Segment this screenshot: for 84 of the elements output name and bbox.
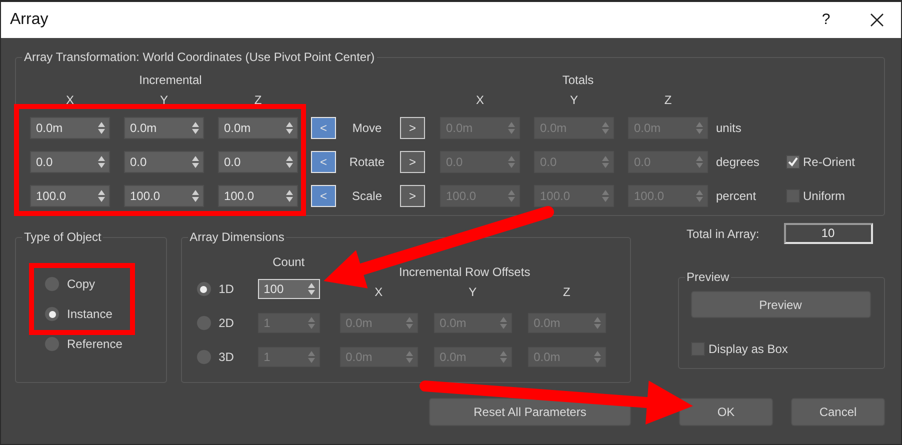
checkbox-label: Display as Box	[708, 342, 788, 356]
spinner-arrows-icon[interactable]	[98, 122, 105, 134]
help-button[interactable]: ?	[816, 13, 836, 27]
copy-to-incremental-button[interactable]: <	[311, 151, 336, 173]
spinner-field[interactable]: 0.0m	[124, 117, 204, 139]
checkbox-label: Re-Orient	[803, 155, 856, 169]
spinner-arrows-icon[interactable]	[406, 317, 413, 329]
spinner-arrows-icon[interactable]	[696, 190, 703, 202]
spinner-arrows-icon[interactable]	[286, 122, 293, 134]
spinner-arrows-icon[interactable]	[602, 190, 609, 202]
radio-label: Copy	[67, 277, 96, 291]
spinner-arrows-icon[interactable]	[192, 156, 199, 168]
group-title: Array Transformation: World Coordinates (Use Pivot Point Center)	[23, 50, 376, 64]
spinner-field[interactable]: 100.0	[30, 185, 110, 207]
spinner-field[interactable]: 0.0	[124, 151, 204, 173]
dialog-button[interactable]: Reset All Parameters	[429, 398, 631, 426]
column-heading: Incremental Row Offsets	[398, 265, 532, 279]
spinner-arrows-icon[interactable]	[500, 317, 507, 329]
copy-to-incremental-button[interactable]: <	[311, 117, 336, 139]
group-title: Preview	[686, 270, 730, 284]
axis-label: Y	[468, 285, 478, 299]
spinner-field[interactable]: 100	[258, 279, 320, 299]
spinner-field[interactable]: 0.0m	[30, 117, 110, 139]
axis-label: X	[474, 93, 485, 107]
spinner-field[interactable]: 100.0	[124, 185, 204, 207]
spinner-arrows-icon[interactable]	[594, 317, 601, 329]
axis-label: X	[64, 93, 75, 107]
group-title: Type of Object	[23, 230, 102, 244]
spinner-arrows-icon[interactable]	[602, 156, 609, 168]
unit-label: percent	[716, 188, 758, 205]
spinner-arrows-icon[interactable]	[98, 156, 105, 168]
radio-button[interactable]	[196, 282, 211, 296]
preview-button[interactable]: Preview	[690, 291, 871, 318]
copy-to-totals-button[interactable]: >	[400, 117, 425, 139]
radio-label: 2D	[218, 316, 234, 330]
spinner-arrows-icon[interactable]	[286, 156, 293, 168]
spinner-arrows-icon[interactable]	[696, 122, 703, 134]
column-heading: Incremental	[138, 73, 203, 87]
spinner-field[interactable]: 100.0	[218, 185, 298, 207]
spinner-arrows-icon[interactable]	[98, 190, 105, 202]
window-title: Array	[10, 13, 50, 27]
radio-button[interactable]	[45, 337, 59, 351]
radio-button[interactable]	[45, 277, 59, 291]
axis-label: X	[374, 285, 384, 299]
copy-to-totals-button[interactable]: >	[400, 151, 425, 173]
axis-label: Z	[663, 93, 673, 107]
spinner-arrows-icon[interactable]	[602, 122, 609, 134]
radio-label: Reference	[67, 337, 122, 351]
column-heading: Count	[272, 255, 306, 269]
row-label: Scale	[350, 188, 384, 205]
column-heading: Totals	[561, 73, 595, 87]
spinner-arrows-icon[interactable]	[192, 122, 199, 134]
spinner-arrows-icon[interactable]	[406, 351, 413, 363]
checkbox-label: Uniform	[803, 189, 846, 203]
spinner-arrows-icon[interactable]	[500, 351, 507, 363]
dialog-button[interactable]: Cancel	[791, 398, 885, 426]
spinner-field[interactable]: 0.0	[218, 151, 298, 173]
row-label: Move	[351, 120, 383, 137]
radio-label: 1D	[218, 282, 234, 296]
row-label: Rotate	[348, 154, 386, 171]
unit-label: units	[716, 120, 742, 137]
axis-label: Y	[568, 93, 579, 107]
radio-label: Instance	[67, 307, 112, 321]
axis-label: Z	[253, 93, 263, 107]
checkbox[interactable]	[786, 155, 800, 169]
copy-to-totals-button[interactable]: >	[400, 185, 425, 207]
spinner-arrows-icon[interactable]	[286, 190, 293, 202]
spinner-field[interactable]: 0.0m	[218, 117, 298, 139]
dialog-button[interactable]: OK	[679, 398, 773, 426]
total-field: 10	[784, 223, 873, 244]
group-title: Array Dimensions	[188, 230, 286, 244]
radio-label: 3D	[218, 350, 234, 364]
radio-button[interactable]	[45, 307, 59, 321]
unit-label: degrees	[716, 154, 760, 171]
spinner-field[interactable]: 0.0	[30, 151, 110, 173]
spinner-arrows-icon[interactable]	[696, 156, 703, 168]
copy-to-incremental-button[interactable]: <	[311, 185, 336, 207]
spinner-arrows-icon[interactable]	[192, 190, 199, 202]
spinner-arrows-icon[interactable]	[594, 351, 601, 363]
spinner-arrows-icon[interactable]	[308, 283, 315, 295]
axis-label: Y	[158, 93, 169, 107]
field-label: Total in Array:	[686, 226, 760, 240]
close-icon[interactable]	[870, 13, 884, 27]
axis-label: Z	[562, 285, 572, 299]
